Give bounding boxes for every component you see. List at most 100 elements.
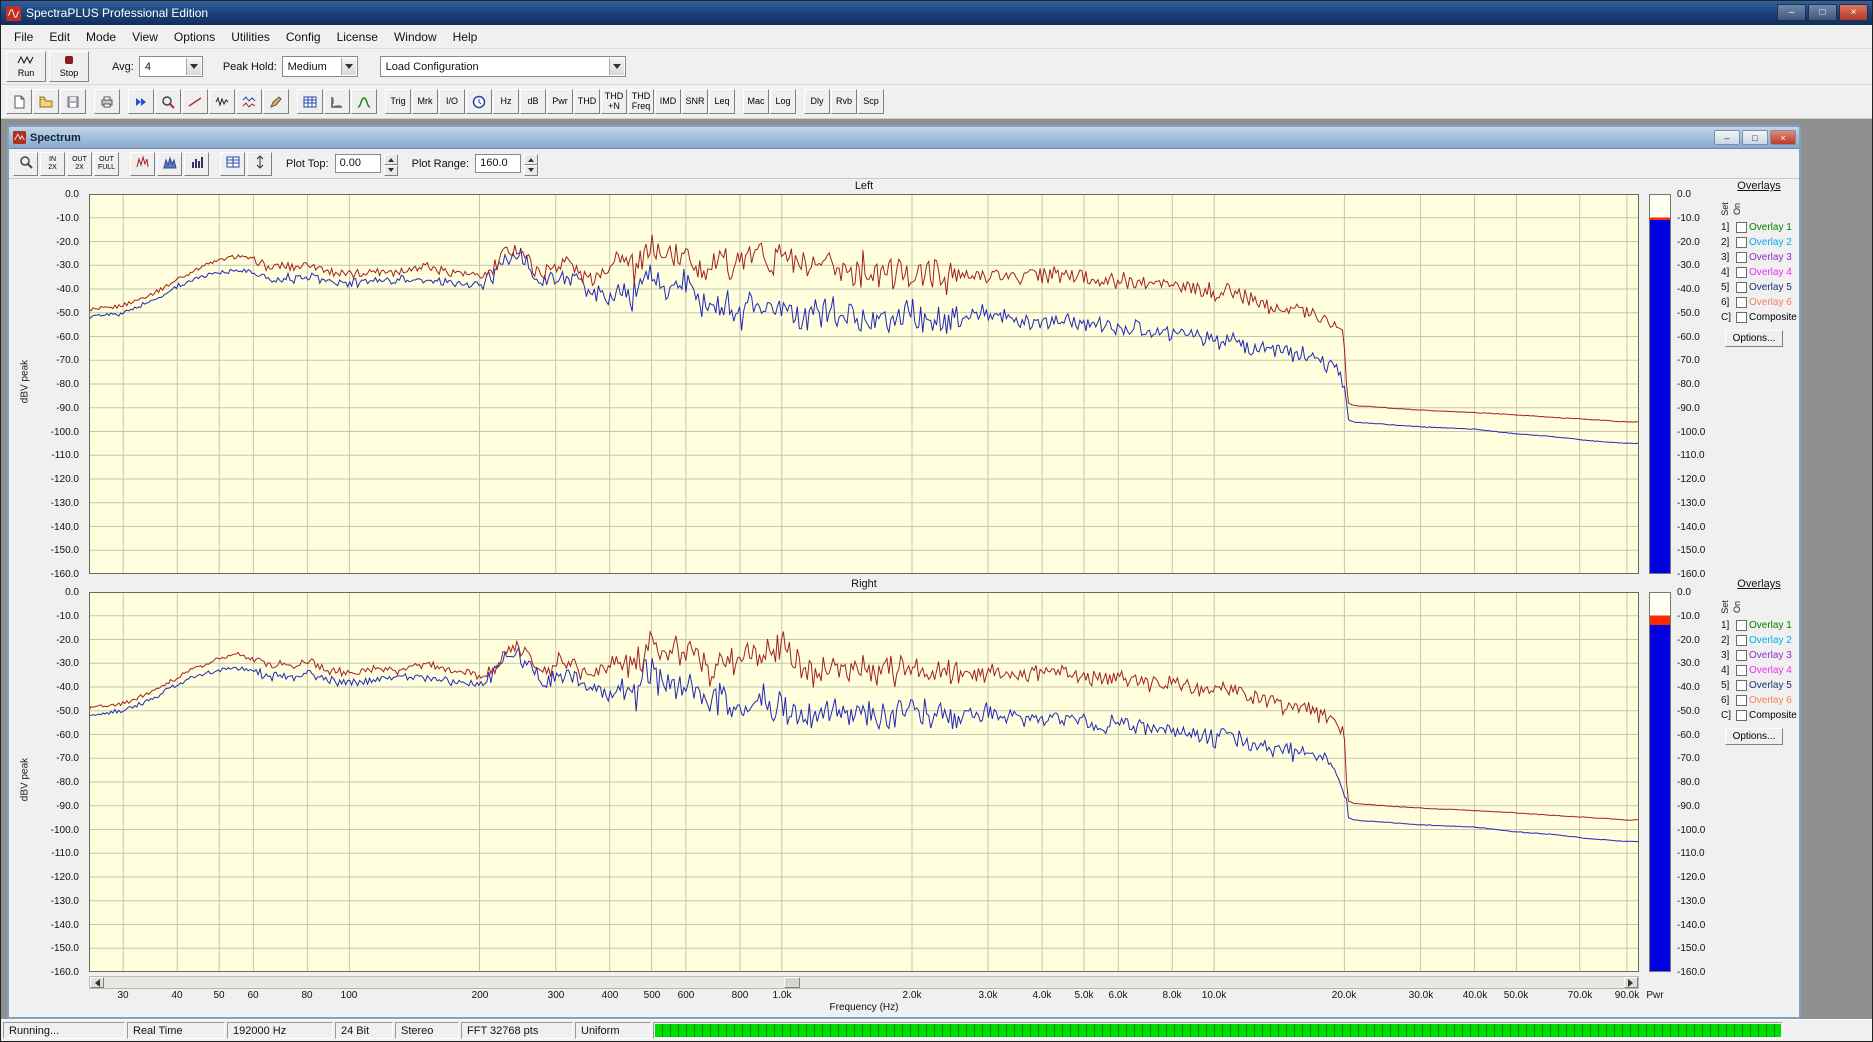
table-display-button[interactable] [220,151,245,176]
toolbar-button-thd-freq[interactable]: THD Freq [628,89,654,114]
overlay-set-link[interactable]: C] [1721,710,1734,721]
toolbar-button-dly[interactable]: Dly [804,89,830,114]
toolbar-button-log[interactable]: Log [770,89,796,114]
menu-item-view[interactable]: View [124,27,166,47]
toolbar-button-rvb[interactable]: Rvb [831,89,857,114]
frequency-scrollbar[interactable] [89,976,1639,989]
maximize-icon[interactable]: □ [1742,130,1768,145]
slope-button[interactable] [182,89,208,114]
close-icon[interactable]: × [1839,4,1868,21]
zoom-out-2x[interactable]: OUT 2X [67,151,92,176]
peak-hold-select[interactable]: Medium [281,56,358,77]
spectrum-plot[interactable] [89,592,1639,972]
toolbar-button-thd[interactable]: THD [574,89,600,114]
scroll-right-icon[interactable] [1624,977,1638,988]
line-spectrum-button[interactable] [130,151,155,176]
run-button[interactable]: Run [6,51,46,82]
overlay-set-link[interactable]: C] [1721,312,1734,323]
menu-item-mode[interactable]: Mode [78,27,124,47]
ruler-button[interactable] [324,89,350,114]
menu-item-edit[interactable]: Edit [41,27,78,47]
minimize-icon[interactable]: – [1714,130,1740,145]
overlay-on-checkbox[interactable] [1736,665,1747,676]
overlay-on-checkbox[interactable] [1736,222,1747,233]
overlay-on-checkbox[interactable] [1736,267,1747,278]
overlay-set-link[interactable]: 1] [1721,620,1734,631]
plot-range-input[interactable]: 160.0 [475,154,522,173]
overlay-options-button[interactable]: Options... [1725,330,1783,347]
overlay-set-link[interactable]: 4] [1721,665,1734,676]
overlay-on-checkbox[interactable] [1736,680,1747,691]
spin-up-icon[interactable] [383,154,398,165]
toolbar-button-thd-n[interactable]: THD +N [601,89,627,114]
zoom-in-2x[interactable]: IN 2X [40,151,65,176]
load-configuration-select[interactable]: Load Configuration [379,56,626,77]
new-document-button[interactable] [6,89,32,114]
spectrum-plot[interactable] [89,194,1639,574]
toolbar-button-imd[interactable]: IMD [655,89,681,114]
plot-range-stepper[interactable] [524,154,539,176]
menu-item-options[interactable]: Options [166,27,223,47]
overlay-set-link[interactable]: 2] [1721,237,1734,248]
overlay-on-checkbox[interactable] [1736,710,1747,721]
pen-button[interactable] [263,89,289,114]
data-grid-button[interactable] [297,89,323,114]
toolbar-button-snr[interactable]: SNR [682,89,708,114]
clock-button[interactable] [466,89,492,114]
overlay-on-checkbox[interactable] [1736,650,1747,661]
plot-top-input[interactable]: 0.00 [334,154,381,173]
open-folder-button[interactable] [33,89,59,114]
toolbar-button-trig[interactable]: Trig [385,89,411,114]
overlay-options-button[interactable]: Options... [1725,728,1783,745]
zoom-select-button[interactable] [13,151,38,176]
overlay-on-checkbox[interactable] [1736,635,1747,646]
overlay-set-link[interactable]: 1] [1721,222,1734,233]
stop-button[interactable]: Stop [49,51,89,82]
overlay-set-link[interactable]: 4] [1721,267,1734,278]
toolbar-button-hz[interactable]: Hz [493,89,519,114]
menu-item-file[interactable]: File [6,27,41,47]
spin-up-icon[interactable] [524,154,539,165]
overlay-on-checkbox[interactable] [1736,297,1747,308]
overlay-on-checkbox[interactable] [1736,695,1747,706]
close-icon[interactable]: × [1770,130,1796,145]
print-button[interactable] [94,89,120,114]
overlay-set-link[interactable]: 2] [1721,635,1734,646]
menu-item-utilities[interactable]: Utilities [223,27,278,47]
menu-item-window[interactable]: Window [386,27,445,47]
toolbar-button-db[interactable]: dB [520,89,546,114]
multi-waveform-button[interactable] [236,89,262,114]
overlay-on-checkbox[interactable] [1736,620,1747,631]
filled-spectrum-button[interactable] [157,151,182,176]
overlay-on-checkbox[interactable] [1736,312,1747,323]
waveform-button[interactable] [209,89,235,114]
overlay-set-link[interactable]: 6] [1721,297,1734,308]
overlay-on-checkbox[interactable] [1736,282,1747,293]
avg-select[interactable]: 4 [138,56,203,77]
toolbar-button-leq[interactable]: Leq [709,89,735,114]
maximize-icon[interactable]: □ [1808,4,1837,21]
bar-spectrum-button[interactable] [184,151,209,176]
toolbar-button-scp[interactable]: Scp [858,89,884,114]
menu-item-config[interactable]: Config [278,27,329,47]
bell-curve-button[interactable] [351,89,377,114]
toolbar-button-i-o[interactable]: I/O [439,89,465,114]
save-button[interactable] [60,89,86,114]
zoom-out-full[interactable]: OUT FULL [94,151,119,176]
spin-down-icon[interactable] [383,165,398,176]
overlay-set-link[interactable]: 5] [1721,282,1734,293]
toolbar-button-mrk[interactable]: Mrk [412,89,438,114]
plot-top-stepper[interactable] [383,154,398,176]
scroll-left-icon[interactable] [90,977,104,988]
overlay-set-link[interactable]: 6] [1721,695,1734,706]
minimize-icon[interactable]: – [1777,4,1806,21]
menu-item-help[interactable]: Help [445,27,486,47]
overlay-set-link[interactable]: 3] [1721,252,1734,263]
spin-down-icon[interactable] [524,165,539,176]
menu-item-license[interactable]: License [329,27,386,47]
overlay-set-link[interactable]: 3] [1721,650,1734,661]
overlay-set-link[interactable]: 5] [1721,680,1734,691]
toolbar-button-mac[interactable]: Mac [743,89,769,114]
overlay-on-checkbox[interactable] [1736,252,1747,263]
toolbar-button-pwr[interactable]: Pwr [547,89,573,114]
